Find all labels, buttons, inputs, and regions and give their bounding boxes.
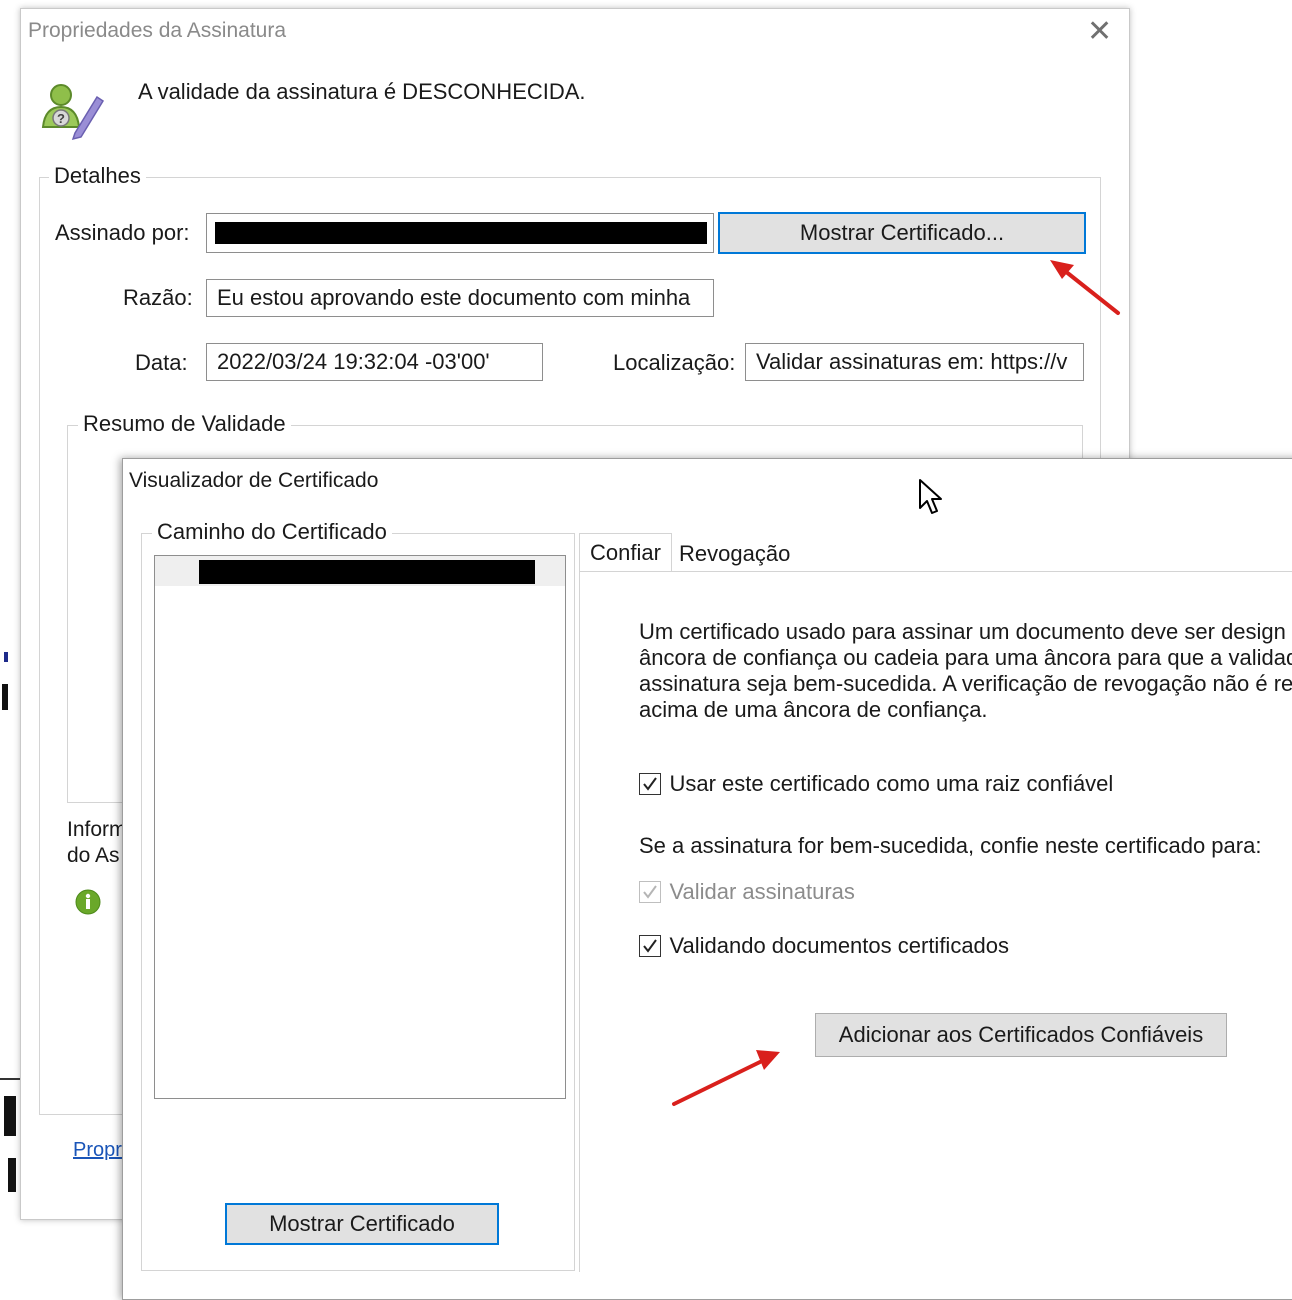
validity-summary-legend: Resumo de Validade <box>78 411 291 437</box>
info-icon <box>75 889 101 915</box>
details-legend: Detalhes <box>49 163 146 189</box>
background-window-fragment <box>0 652 8 710</box>
validate-signatures-label: Validar assinaturas <box>669 879 855 904</box>
redaction-bar <box>199 560 535 584</box>
date-label: Data: <box>135 350 188 375</box>
add-trusted-certificates-button[interactable]: Adicionar aos Certificados Confiáveis <box>815 1013 1227 1057</box>
checkmark-icon <box>643 885 657 899</box>
signer-info-line-2: do As <box>67 844 120 867</box>
dialog-title: Propriedades da Assinatura <box>28 19 286 42</box>
signer-info-heading: Inform do As <box>67 817 127 869</box>
show-certificate-button[interactable]: Mostrar Certificado <box>225 1203 499 1245</box>
checkmark-icon <box>643 777 657 791</box>
validate-signatures-option: Validar assinaturas <box>639 879 855 909</box>
background-window-fragment <box>0 1078 20 1198</box>
location-label: Localização: <box>613 350 736 375</box>
checkmark-icon <box>643 939 657 953</box>
trusted-root-label: Usar este certificado como uma raiz conf… <box>669 771 1114 796</box>
certified-documents-checkbox[interactable] <box>639 935 661 957</box>
mouse-cursor-icon <box>919 479 942 514</box>
properties-link[interactable]: Propri <box>73 1139 126 1162</box>
signature-status-text: A validade da assinatura é DESCONHECIDA. <box>138 79 586 104</box>
location-field[interactable]: Validar assinaturas em: https://v <box>745 343 1084 381</box>
signer-info-line-1: Inform <box>67 818 127 841</box>
dialog-title: Visualizador de Certificado <box>129 469 379 492</box>
certificate-path-tree[interactable] <box>154 555 566 1099</box>
trusted-root-checkbox[interactable] <box>639 773 661 795</box>
certified-documents-label: Validando documentos certificados <box>669 933 1010 958</box>
trust-description-line: Um certificado usado para assinar um doc… <box>639 619 1286 644</box>
certified-documents-option[interactable]: Validando documentos certificados <box>639 933 1009 963</box>
certificate-viewer-dialog: Visualizador de Certificado Caminho do C… <box>122 458 1292 1300</box>
signed-by-label: Assinado por: <box>55 220 190 245</box>
tree-item[interactable] <box>155 556 565 586</box>
tab-revogacao[interactable]: Revogação <box>669 535 800 573</box>
validate-signatures-checkbox <box>639 881 661 903</box>
trust-description-line: âncora de confiança ou cadeia para uma â… <box>639 645 1292 670</box>
trust-description-line: assinatura seja bem-sucedida. A verifica… <box>639 671 1292 696</box>
trust-for-text: Se a assinatura for bem-sucedida, confie… <box>639 833 1262 858</box>
trust-description: Um certificado usado para assinar um doc… <box>639 619 1292 723</box>
date-field[interactable]: 2022/03/24 19:32:04 -03'00' <box>206 343 543 381</box>
show-certificate-button[interactable]: Mostrar Certificado... <box>718 212 1086 254</box>
annotation-arrow <box>1050 260 1120 315</box>
svg-text:?: ? <box>57 111 65 126</box>
certificate-path-legend: Caminho do Certificado <box>152 519 392 545</box>
annotation-arrow <box>672 1050 780 1106</box>
trusted-root-option[interactable]: Usar este certificado como uma raiz conf… <box>639 771 1113 801</box>
reason-label: Razão: <box>123 285 193 310</box>
redaction-bar <box>215 222 707 244</box>
close-icon[interactable]: ✕ <box>1087 15 1112 49</box>
signed-by-field[interactable] <box>206 213 714 253</box>
reason-field[interactable]: Eu estou aprovando este documento com mi… <box>206 279 714 317</box>
tab-confiar[interactable]: Confiar <box>579 533 672 572</box>
trust-description-line: acima de uma âncora de confiança. <box>639 697 988 722</box>
signer-unknown-icon: ? <box>39 75 105 141</box>
